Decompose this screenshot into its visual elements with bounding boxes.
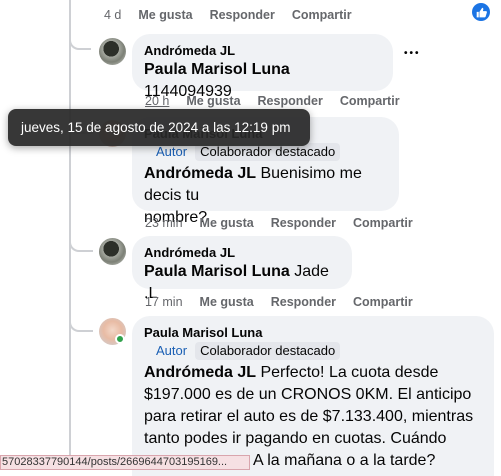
comment-timestamp[interactable]: 4 d [104, 8, 121, 22]
more-options-icon[interactable]: ••• [404, 48, 421, 59]
comment-author[interactable]: Andrómeda JL [144, 42, 381, 59]
comment-actions: 17 min Me gusta Responder Compartir [145, 295, 430, 309]
reply-button[interactable]: Responder [210, 8, 275, 22]
author-badge: Autor [156, 343, 188, 358]
comment-body-text: $197.000 es de un CRONOS 0KM. El anticip… [144, 386, 472, 403]
author-badges: Autor Colaborador destacado [144, 342, 482, 360]
thread-connector [69, 236, 93, 252]
like-reaction-icon[interactable] [472, 3, 490, 21]
thread-connector [69, 34, 91, 50]
comment-timestamp[interactable]: 23 min [145, 216, 183, 230]
status-bar-url: 57028337790144/posts/2669644703195169... [0, 455, 250, 470]
comment-actions: 20 h Me gusta Responder Compartir [145, 94, 417, 108]
comment-timestamp[interactable]: 17 min [145, 295, 183, 309]
comment-body-text: Perfecto! La cuota desde [256, 364, 439, 381]
timestamp-tooltip: jueves, 15 de agosto de 2024 a las 12:19… [8, 109, 310, 146]
share-button[interactable]: Compartir [292, 8, 352, 22]
comment-bubble: Andrómeda JL Paula Marisol Luna 11440949… [132, 34, 393, 100]
comment-timestamp[interactable]: 20 h [145, 94, 169, 108]
comment-actions: 23 min Me gusta Responder Compartir [145, 216, 430, 230]
reply-button[interactable]: Responder [271, 295, 336, 309]
top-contributor-badge: Colaborador destacado [195, 342, 341, 360]
comment-bubble: Andrómeda JL Paula Marisol Luna Jade .L [132, 236, 352, 302]
comment-author[interactable]: Andrómeda JL [144, 244, 340, 261]
share-button[interactable]: Compartir [353, 295, 413, 309]
thread-line [69, 0, 71, 470]
share-button[interactable]: Compartir [353, 216, 413, 230]
comment-body-text: para retirar el auto es de $7.133.400, m… [144, 408, 474, 425]
mention-link[interactable]: Andrómeda JL [144, 165, 256, 182]
mention-link[interactable]: Paula Marisol Luna [144, 263, 290, 280]
comment-author[interactable]: Paula Marisol Luna [144, 324, 482, 341]
avatar[interactable] [99, 38, 126, 65]
comment-body-text: tanto podes ir pagando en cuotas. Cuándo [144, 430, 447, 447]
reply-button[interactable]: Responder [258, 94, 323, 108]
thread-connector [69, 316, 93, 332]
like-button[interactable]: Me gusta [138, 8, 192, 22]
reply-button[interactable]: Responder [271, 216, 336, 230]
avatar[interactable] [99, 238, 126, 265]
online-status-icon [115, 334, 125, 344]
comment-actions: 4 d Me gusta Responder Compartir [104, 8, 369, 22]
comment-bubble: Paula Marisol Luna Autor Colaborador des… [132, 316, 494, 476]
like-button[interactable]: Me gusta [186, 94, 240, 108]
like-button[interactable]: Me gusta [200, 216, 254, 230]
mention-link[interactable]: Paula Marisol Luna [144, 61, 290, 78]
mention-link[interactable]: Andrómeda JL [144, 364, 256, 381]
share-button[interactable]: Compartir [340, 94, 400, 108]
like-button[interactable]: Me gusta [200, 295, 254, 309]
